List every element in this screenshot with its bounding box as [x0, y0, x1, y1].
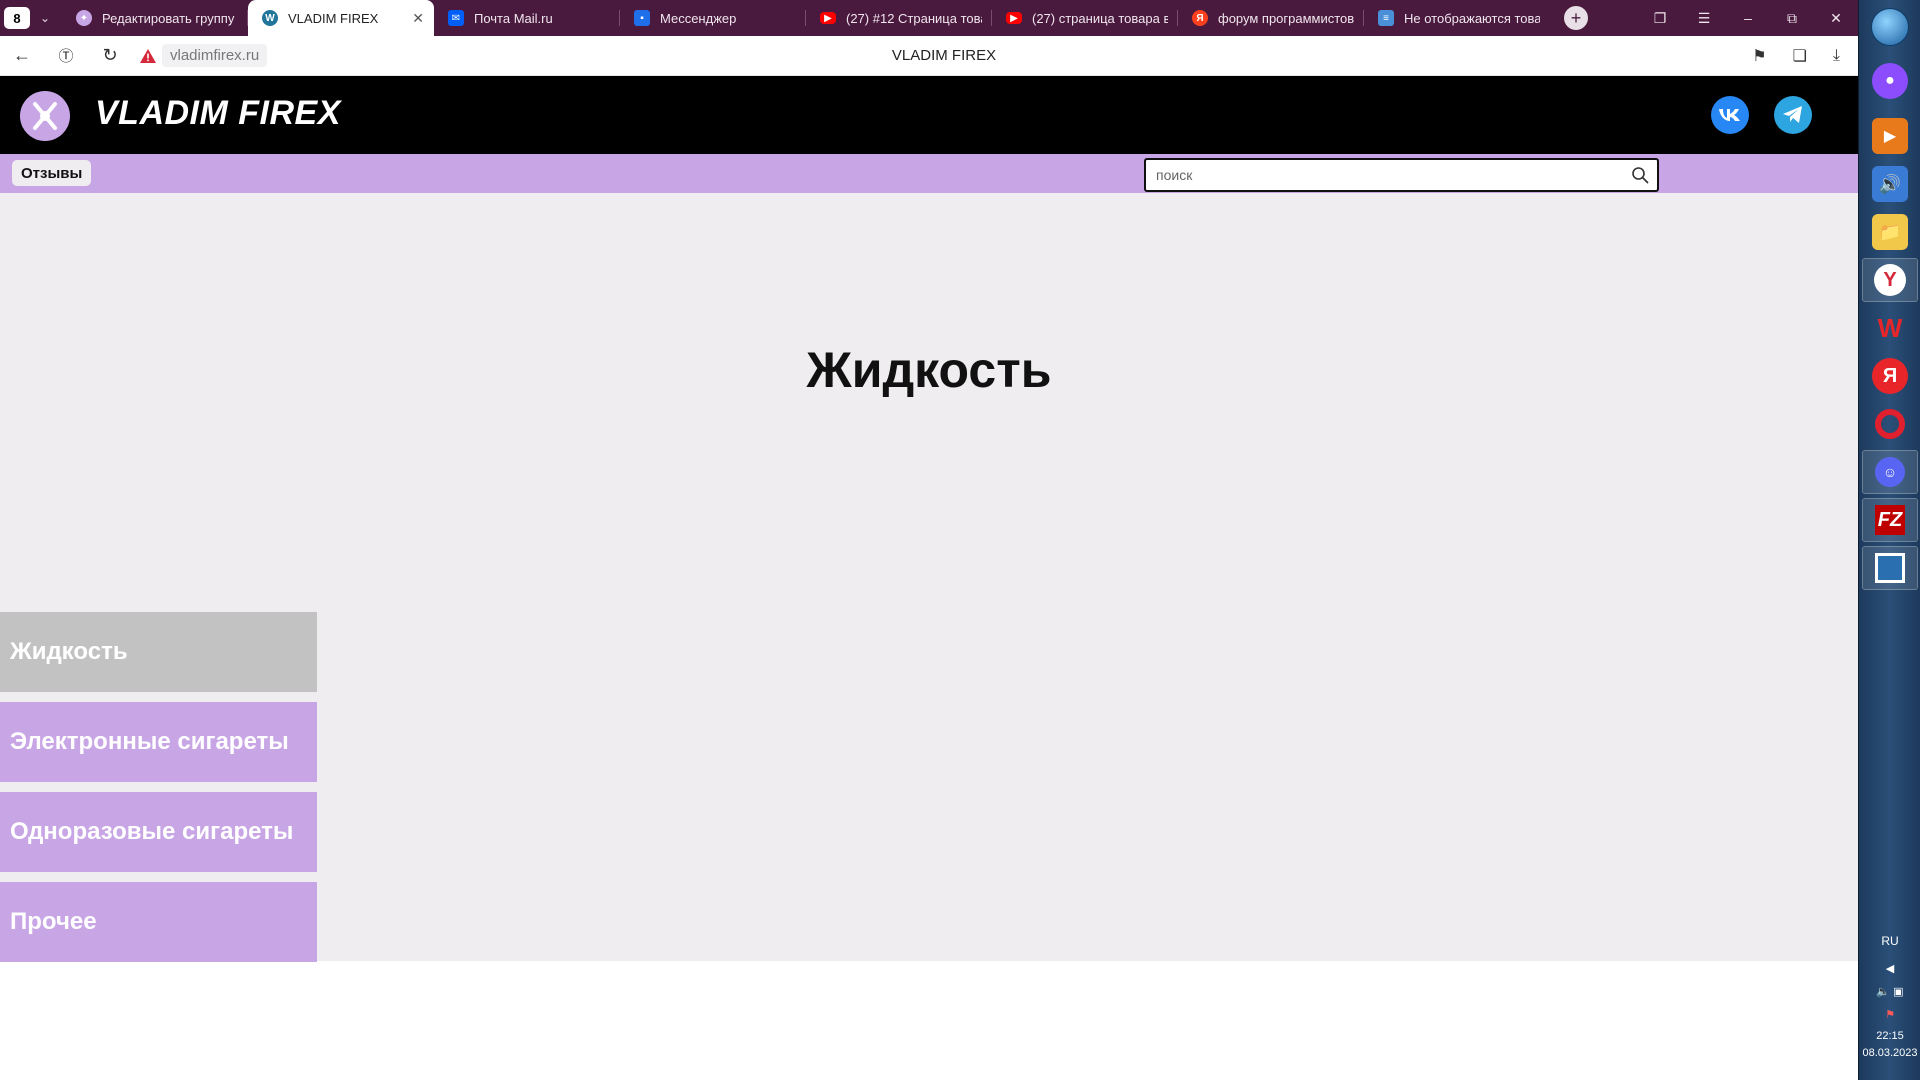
new-tab-plus-icon[interactable]: +	[1564, 6, 1588, 30]
reviews-button[interactable]: Отзывы	[12, 160, 92, 186]
clock-date[interactable]: 08.03.2023	[1859, 1047, 1920, 1059]
collections-icon[interactable]: ❐	[1638, 10, 1682, 27]
tab-count-badge[interactable]: 8	[4, 7, 30, 29]
category-item-disposable[interactable]: Одноразовые сигареты	[0, 792, 317, 872]
windows-start-icon[interactable]	[1871, 8, 1909, 46]
search-input[interactable]	[1146, 160, 1623, 190]
tab-mail[interactable]: ✉ Почта Mail.ru	[434, 0, 620, 36]
yandex-home-icon[interactable]: Ⓣ	[44, 45, 88, 66]
tab-title: VLADIM FIREX	[288, 10, 379, 26]
category-list: Жидкость Электронные сигареты Одноразовы…	[0, 612, 317, 972]
minimize-icon[interactable]: –	[1726, 10, 1770, 26]
address-bar: ← Ⓣ ↻ vladimfirex.ru VLADIM FIREX ⚑ ❏ ⤓	[0, 36, 1858, 76]
restore-icon[interactable]: ⧉	[1770, 10, 1814, 27]
category-item-other[interactable]: Прочее	[0, 882, 317, 962]
file-explorer-icon[interactable]: 📁	[1872, 214, 1908, 250]
reload-icon[interactable]: ↻	[88, 45, 132, 66]
tab-title: (27) страница товара во	[1032, 10, 1168, 26]
back-arrow-icon[interactable]: ←	[0, 45, 44, 66]
site-logo-icon[interactable]	[20, 91, 70, 141]
tray-chevron-icon[interactable]: ◀	[1859, 962, 1920, 975]
tab-list: ✦ Редактировать группу т W VLADIM FIREX …	[62, 0, 1550, 36]
address-bar-actions: ⚑ ❏ ⤓	[1752, 36, 1840, 76]
site-header: VLADIM FIREX	[0, 76, 1858, 154]
tab-forum[interactable]: Я форум программистов	[1178, 0, 1364, 36]
tab-stackoverflow[interactable]: ≡ Не отображаются товар	[1364, 0, 1550, 36]
media-player-icon[interactable]: ▶	[1872, 118, 1908, 154]
search-box	[1144, 158, 1659, 192]
tab-messenger[interactable]: ▪ Мессенджер	[620, 0, 806, 36]
tab-title: Мессенджер	[660, 10, 737, 26]
youtube-icon: ▶	[1006, 12, 1022, 24]
alice-assistant-icon[interactable]: ●	[1872, 63, 1908, 99]
main-content: Жидкость Жидкость Электронные сигареты О…	[0, 193, 1858, 962]
close-window-icon[interactable]: ✕	[1814, 10, 1858, 27]
tab-title: (27) #12 Страница товар	[846, 10, 982, 26]
bookmark-icon[interactable]: ⚑	[1752, 46, 1766, 66]
youtube-icon: ▶	[820, 12, 836, 24]
extensions-icon[interactable]: ❏	[1793, 46, 1807, 66]
download-icon[interactable]: ⤓	[1833, 47, 1840, 65]
telegram-icon[interactable]	[1774, 96, 1812, 134]
tab-title: форум программистов	[1218, 10, 1354, 26]
warning-triangle-icon[interactable]	[138, 46, 158, 66]
page-title-center: VLADIM FIREX	[891, 47, 997, 64]
category-item-e-cigarettes[interactable]: Электронные сигареты	[0, 702, 317, 782]
filezilla-icon[interactable]: FZ	[1862, 498, 1918, 542]
site-nav-bar: Отзывы	[0, 154, 1858, 193]
browser-tab-strip: 8 ⌄ ✦ Редактировать группу т W VLADIM FI…	[0, 0, 1858, 36]
window-switcher-icon[interactable]	[1862, 546, 1918, 590]
page-heading: Жидкость	[806, 342, 1052, 398]
window-controls: ❐ ☰ – ⧉ ✕	[1638, 0, 1858, 36]
volume-icon[interactable]: 🔈 ▣	[1859, 985, 1920, 998]
yandex-icon[interactable]: Я	[1872, 358, 1908, 394]
language-indicator[interactable]: RU	[1859, 934, 1920, 948]
url-field[interactable]: vladimfirex.ru	[162, 44, 268, 67]
stackoverflow-icon: ≡	[1378, 10, 1394, 26]
yandex-browser-icon[interactable]: Y	[1862, 258, 1918, 302]
wordpress-icon: W	[262, 10, 278, 26]
tab-title: Почта Mail.ru	[474, 10, 553, 26]
yandex-icon: Я	[1192, 10, 1208, 26]
site-title[interactable]: VLADIM FIREX	[95, 94, 341, 133]
wordpress-logo-icon: ✦	[76, 10, 92, 26]
opera-icon[interactable]	[1872, 406, 1908, 442]
tab-vladim-firex[interactable]: W VLADIM FIREX ✕	[248, 0, 434, 36]
tab-edit-group[interactable]: ✦ Редактировать группу т	[62, 0, 248, 36]
messenger-icon: ▪	[634, 10, 650, 26]
category-item-liquid[interactable]: Жидкость	[0, 612, 317, 692]
mail-icon: ✉	[448, 10, 464, 26]
network-status-icon[interactable]: ⚑	[1859, 1008, 1920, 1021]
search-icon[interactable]	[1623, 160, 1657, 190]
discord-icon[interactable]: ☺	[1862, 450, 1918, 494]
hamburger-menu-icon[interactable]: ☰	[1682, 10, 1726, 27]
speaker-app-icon[interactable]: 🔊	[1872, 166, 1908, 202]
tab-title: Не отображаются товар	[1404, 10, 1540, 26]
close-tab-icon[interactable]: ✕	[412, 10, 424, 27]
tab-title: Редактировать группу т	[102, 10, 238, 26]
tab-list-chevron-icon[interactable]: ⌄	[34, 7, 56, 29]
clock-time[interactable]: 22:15	[1859, 1030, 1920, 1042]
tab-youtube-2[interactable]: ▶ (27) страница товара во	[992, 0, 1178, 36]
wps-office-icon[interactable]: W	[1872, 310, 1908, 346]
tab-youtube-1[interactable]: ▶ (27) #12 Страница товар	[806, 0, 992, 36]
windows-taskbar: ● ▶ 🔊 📁 Y W Я ☺ FZ RU ◀ 🔈 ▣ ⚑ 22:15 08.0…	[1858, 0, 1920, 1080]
vk-icon[interactable]	[1711, 96, 1749, 134]
